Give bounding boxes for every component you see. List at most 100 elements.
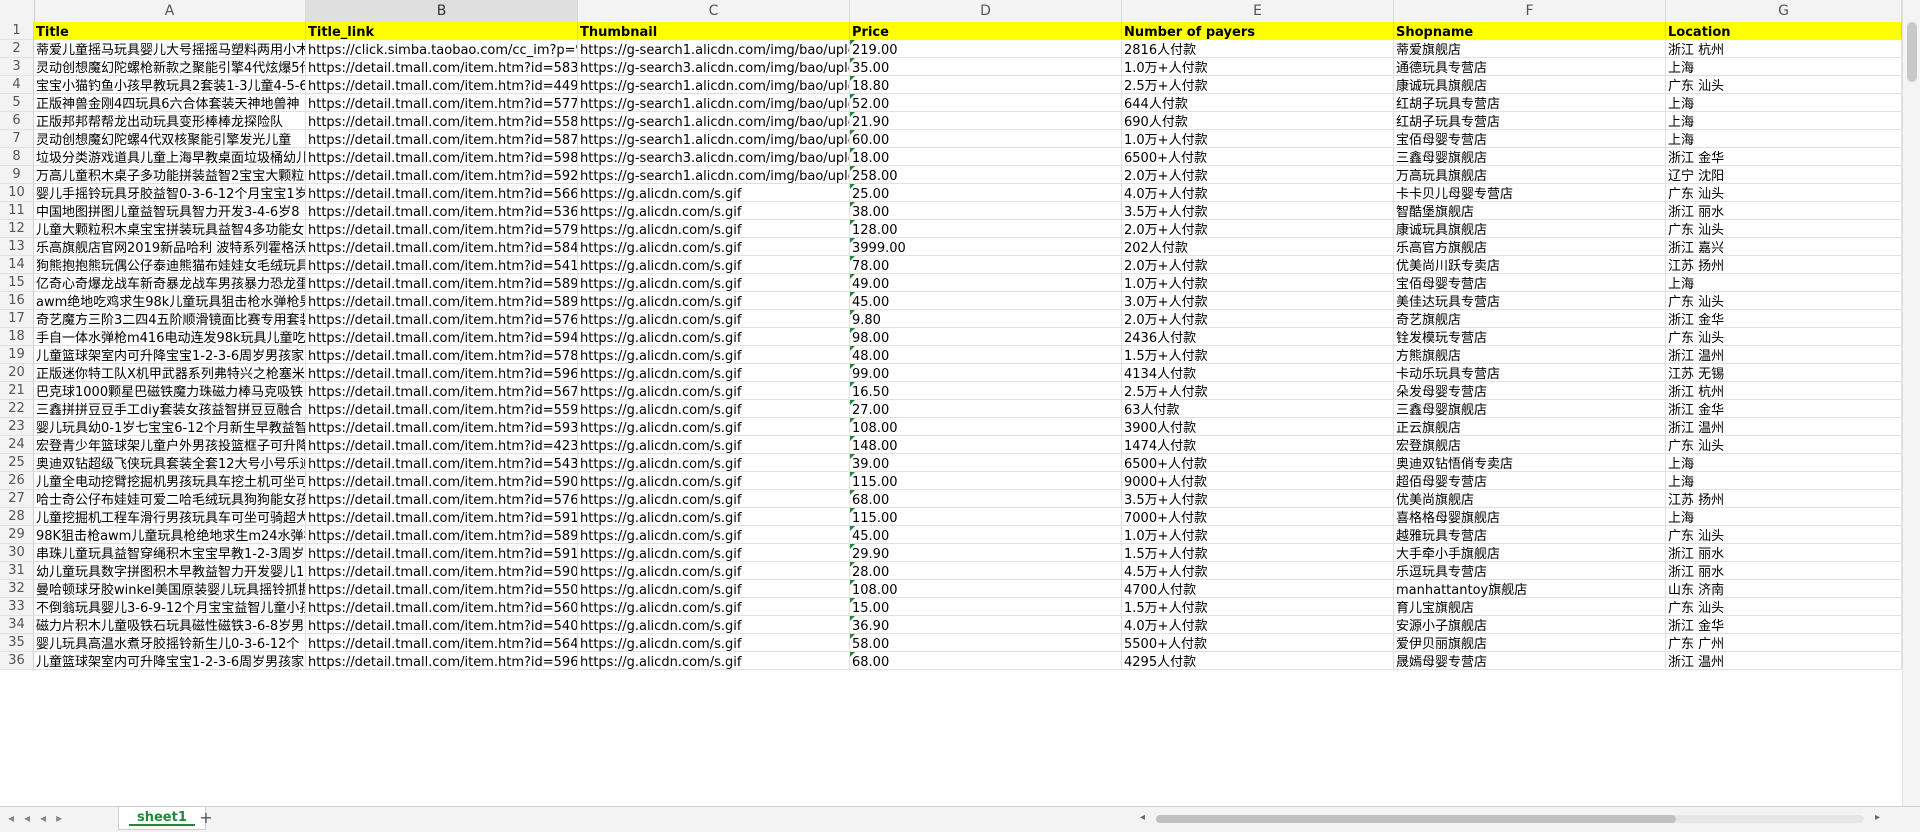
shopname-cell[interactable]: 宝佰母婴专营店	[1394, 274, 1666, 291]
location-cell[interactable]: 浙江 温州	[1666, 346, 1902, 363]
title-link-cell[interactable]: https://detail.tmall.com/item.htm?id=587…	[306, 130, 578, 147]
shopname-cell[interactable]: 超佰母婴专营店	[1394, 472, 1666, 489]
payers-cell[interactable]: 3.5万+人付款	[1122, 202, 1394, 219]
payers-cell[interactable]: 1.5万+人付款	[1122, 544, 1394, 561]
payers-cell[interactable]: 4.5万+人付款	[1122, 562, 1394, 579]
title-cell[interactable]: 狗熊抱抱熊玩偶公仔泰迪熊猫布娃娃女毛绒玩具	[34, 256, 306, 273]
shopname-cell[interactable]: 宝佰母婴专营店	[1394, 130, 1666, 147]
shopname-cell[interactable]: 奇艺旗舰店	[1394, 310, 1666, 327]
price-cell[interactable]: 52.00	[850, 94, 1122, 111]
title-cell[interactable]: 曼哈顿球牙胶winkel美国原装婴儿玩具摇铃抓握	[34, 580, 306, 597]
thumbnail-cell[interactable]: https://g.alicdn.com/s.gif	[578, 616, 850, 633]
shopname-cell[interactable]: 卡卡贝儿母婴专营店	[1394, 184, 1666, 201]
row-header[interactable]: 16	[0, 292, 34, 310]
shopname-cell[interactable]: 三鑫母婴旗舰店	[1394, 148, 1666, 165]
title-cell[interactable]: 儿童篮球架室内可升降宝宝1-2-3-6周岁男孩家	[34, 346, 306, 363]
row-header[interactable]: 36	[0, 652, 34, 670]
row-header[interactable]: 29	[0, 526, 34, 544]
header-cell[interactable]: Thumbnail	[578, 22, 850, 39]
title-cell[interactable]: 婴儿玩具高温水煮牙胶摇铃新生儿0-3-6-12个	[34, 634, 306, 651]
price-cell[interactable]: 98.00	[850, 328, 1122, 345]
title-cell[interactable]: 手自一体水弹枪m416电动连发98k玩具儿童吃鸡	[34, 328, 306, 345]
row-header[interactable]: 28	[0, 508, 34, 526]
title-cell[interactable]: 万高儿童积木桌子多功能拼装益智2宝宝大颗粒	[34, 166, 306, 183]
thumbnail-cell[interactable]: https://g.alicdn.com/s.gif	[578, 184, 850, 201]
title-link-cell[interactable]: https://click.simba.taobao.com/cc_im?p=%	[306, 40, 578, 57]
shopname-cell[interactable]: 朵发母婴专营店	[1394, 382, 1666, 399]
scroll-left-icon[interactable]: ◂	[1140, 812, 1145, 823]
title-link-cell[interactable]: https://detail.tmall.com/item.htm?id=591…	[306, 508, 578, 525]
title-cell[interactable]: 儿童全电动挖臂挖掘机男孩玩具车挖土机可坐可	[34, 472, 306, 489]
title-link-cell[interactable]: https://detail.tmall.com/item.htm?id=541…	[306, 256, 578, 273]
location-cell[interactable]: 广东 汕头	[1666, 526, 1902, 543]
payers-cell[interactable]: 2.0万+人付款	[1122, 220, 1394, 237]
payers-cell[interactable]: 2.0万+人付款	[1122, 310, 1394, 327]
shopname-cell[interactable]: 晟嫣母婴专营店	[1394, 652, 1666, 669]
row-header[interactable]: 8	[0, 148, 34, 166]
title-cell[interactable]: 正版迷你特工队X机甲武器系列弗特兴之枪塞米	[34, 364, 306, 381]
payers-cell[interactable]: 3.5万+人付款	[1122, 490, 1394, 507]
title-link-cell[interactable]: https://detail.tmall.com/item.htm?id=589…	[306, 292, 578, 309]
thumbnail-cell[interactable]: https://g.alicdn.com/s.gif	[578, 508, 850, 525]
title-cell[interactable]: 儿童篮球架室内可升降宝宝1-2-3-6周岁男孩家	[34, 652, 306, 669]
location-cell[interactable]: 广东 汕头	[1666, 436, 1902, 453]
thumbnail-cell[interactable]: https://g.alicdn.com/s.gif	[578, 364, 850, 381]
column-header-d[interactable]: D	[850, 0, 1122, 22]
payers-cell[interactable]: 4700人付款	[1122, 580, 1394, 597]
payers-cell[interactable]: 2.0万+人付款	[1122, 256, 1394, 273]
title-cell[interactable]: 儿童大颗粒积木桌宝宝拼装玩具益智4多功能女	[34, 220, 306, 237]
payers-cell[interactable]: 6500+人付款	[1122, 454, 1394, 471]
price-cell[interactable]: 25.00	[850, 184, 1122, 201]
thumbnail-cell[interactable]: https://g.alicdn.com/s.gif	[578, 400, 850, 417]
location-cell[interactable]: 浙江 温州	[1666, 418, 1902, 435]
row-header[interactable]: 26	[0, 472, 34, 490]
shopname-cell[interactable]: 乐高官方旗舰店	[1394, 238, 1666, 255]
row-header[interactable]: 31	[0, 562, 34, 580]
payers-cell[interactable]: 4.0万+人付款	[1122, 616, 1394, 633]
row-header[interactable]: 2	[0, 40, 34, 58]
shopname-cell[interactable]: 康诚玩具旗舰店	[1394, 76, 1666, 93]
thumbnail-cell[interactable]: https://g.alicdn.com/s.gif	[578, 526, 850, 543]
select-all-corner[interactable]	[0, 0, 35, 22]
title-cell[interactable]: 婴儿玩具幼0-1岁七宝宝6-12个月新生早教益智	[34, 418, 306, 435]
price-cell[interactable]: 3999.00	[850, 238, 1122, 255]
title-cell[interactable]: 乐高旗舰店官网2019新品哈利 波特系列霍格沃	[34, 238, 306, 255]
column-header-c[interactable]: C	[578, 0, 850, 22]
row-header[interactable]: 14	[0, 256, 34, 274]
title-cell[interactable]: 灵动创想魔幻陀螺枪新款之聚能引擎4代炫爆5代	[34, 58, 306, 75]
shopname-cell[interactable]: 三鑫母婴旗舰店	[1394, 400, 1666, 417]
shopname-cell[interactable]: manhattantoy旗舰店	[1394, 580, 1666, 597]
vertical-scrollbar-thumb[interactable]	[1907, 22, 1917, 82]
price-cell[interactable]: 78.00	[850, 256, 1122, 273]
location-cell[interactable]: 广东 汕头	[1666, 328, 1902, 345]
price-cell[interactable]: 38.00	[850, 202, 1122, 219]
title-link-cell[interactable]: https://detail.tmall.com/item.htm?id=583…	[306, 58, 578, 75]
title-cell[interactable]: 灵动创想魔幻陀螺4代双核聚能引擎发光儿童	[34, 130, 306, 147]
row-header[interactable]: 12	[0, 220, 34, 238]
shopname-cell[interactable]: 铨发模玩专营店	[1394, 328, 1666, 345]
thumbnail-cell[interactable]: https://g.alicdn.com/s.gif	[578, 634, 850, 651]
title-cell[interactable]: 98K狙击枪awm儿童玩具枪绝地求生m24水弹枪	[34, 526, 306, 543]
shopname-cell[interactable]: 通德玩具专营店	[1394, 58, 1666, 75]
thumbnail-cell[interactable]: https://g.alicdn.com/s.gif	[578, 238, 850, 255]
row-header[interactable]: 15	[0, 274, 34, 292]
title-link-cell[interactable]: https://detail.tmall.com/item.htm?id=559…	[306, 400, 578, 417]
title-link-cell[interactable]: https://detail.tmall.com/item.htm?id=590…	[306, 562, 578, 579]
location-cell[interactable]: 上海	[1666, 112, 1902, 129]
shopname-cell[interactable]: 正云旗舰店	[1394, 418, 1666, 435]
location-cell[interactable]: 浙江 金华	[1666, 310, 1902, 327]
price-cell[interactable]: 39.00	[850, 454, 1122, 471]
thumbnail-cell[interactable]: https://g.alicdn.com/s.gif	[578, 256, 850, 273]
title-cell[interactable]: 奇艺魔方三阶3二四4五阶顺滑镜面比赛专用套装	[34, 310, 306, 327]
title-link-cell[interactable]: https://detail.tmall.com/item.htm?id=589…	[306, 526, 578, 543]
location-cell[interactable]: 江苏 扬州	[1666, 490, 1902, 507]
title-cell[interactable]: 蒂爱儿童摇马玩具婴儿大号摇摇马塑料两用小木	[34, 40, 306, 57]
payers-cell[interactable]: 3.0万+人付款	[1122, 292, 1394, 309]
location-cell[interactable]: 上海	[1666, 130, 1902, 147]
title-link-cell[interactable]: https://detail.tmall.com/item.htm?id=566…	[306, 184, 578, 201]
row-header[interactable]: 22	[0, 400, 34, 418]
title-link-cell[interactable]: https://detail.tmall.com/item.htm?id=578…	[306, 346, 578, 363]
header-cell[interactable]: Shopname	[1394, 22, 1666, 39]
price-cell[interactable]: 18.00	[850, 148, 1122, 165]
row-header[interactable]: 5	[0, 94, 34, 112]
